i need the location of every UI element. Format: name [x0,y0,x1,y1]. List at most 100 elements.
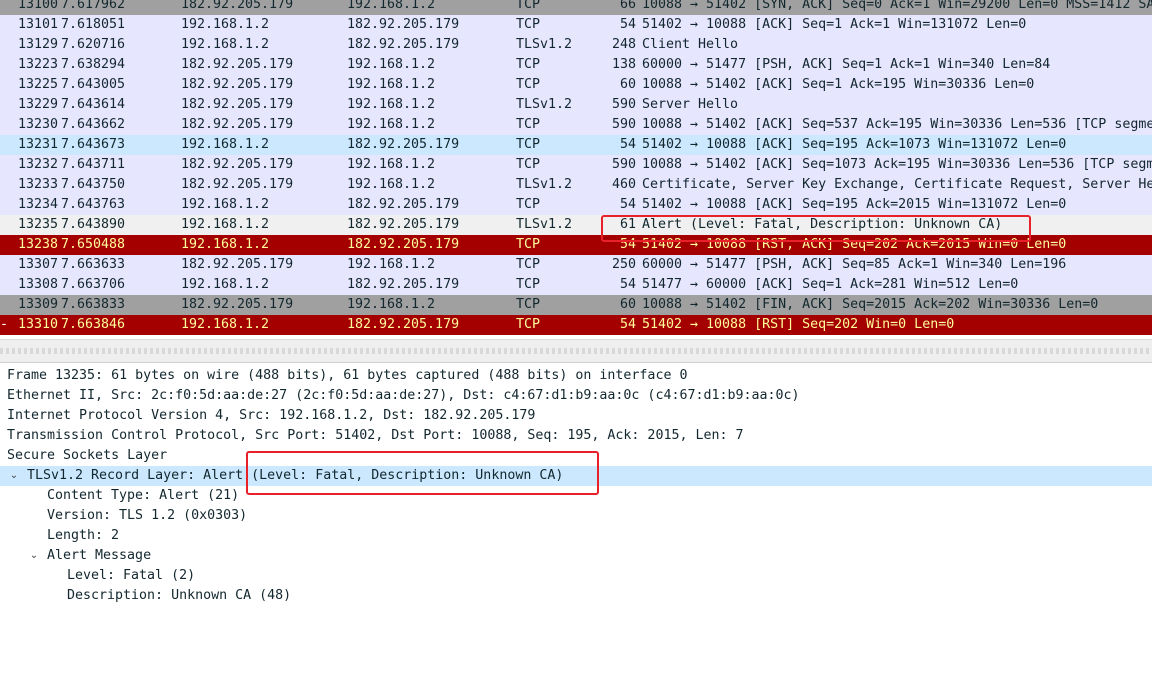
packet-row[interactable]: 13238 7.650488 192.168.1.2 182.92.205.179 TC… [0,235,1152,255]
detail-tree-item[interactable]: Description: Unknown CA (48) [0,586,1152,606]
detail-tree-item[interactable]: Ethernet II, Src: 2c:f0:5d:aa:de:27 (2c:… [0,386,1152,406]
packet-destination: 182.92.205.179 [347,277,460,292]
packet-protocol: TCP [516,317,541,332]
packet-destination: 192.168.1.2 [347,97,436,112]
packet-info: 51402 → 10088 [ACK] Seq=1 Ack=1 Win=1310… [642,17,1027,32]
packet-time: 7.643711 [61,157,126,172]
packet-destination: 192.168.1.2 [347,117,436,132]
packet-length: 460 [611,177,636,192]
splitter-grip[interactable] [0,348,1152,354]
packet-row[interactable]: 13129 7.620716 192.168.1.2 182.92.205.179 TL… [0,35,1152,55]
expand-chevron-icon[interactable]: ⌄ [7,466,21,486]
detail-tree-label: Version: TLS 1.2 (0x0303) [47,508,248,523]
detail-tree-label: Content Type: Alert (21) [47,488,240,503]
packet-source: 182.92.205.179 [181,0,294,12]
packet-protocol: TCP [516,277,541,292]
packet-length: 60 [619,297,636,312]
packet-destination: 182.92.205.179 [347,317,460,332]
packet-row[interactable]: 13234 7.643763 192.168.1.2 182.92.205.179 TC… [0,195,1152,215]
expand-chevron-icon[interactable]: ⌄ [27,546,41,566]
packet-source: 192.168.1.2 [181,197,270,212]
packet-info: 51402 → 10088 [RST, ACK] Seq=202 Ack=201… [642,237,1067,252]
detail-tree-item[interactable]: ⌄ Alert Message [0,546,1152,566]
packet-row[interactable]: 13307 7.663633 182.92.205.179 192.168.1.2 TC… [0,255,1152,275]
packet-source: 182.92.205.179 [181,257,294,272]
packet-destination: 192.168.1.2 [347,57,436,72]
packet-source: 192.168.1.2 [181,277,270,292]
packet-destination: 182.92.205.179 [347,137,460,152]
packet-row[interactable]: 13230 7.643662 182.92.205.179 192.168.1.2 TC… [0,115,1152,135]
packet-source: 182.92.205.179 [181,57,294,72]
packet-time: 7.620716 [61,37,126,52]
packet-source: 192.168.1.2 [181,237,270,252]
packet-length: 54 [619,17,636,32]
packet-protocol: TLSv1.2 [516,177,573,192]
packet-length: 54 [619,197,636,212]
packet-source: 182.92.205.179 [181,117,294,132]
packet-number: 13307 [17,257,58,272]
packet-source: 182.92.205.179 [181,77,294,92]
packet-length: 54 [619,137,636,152]
packet-time: 7.643614 [61,97,126,112]
packet-protocol: TLSv1.2 [516,97,573,112]
packet-row[interactable]: 13235 7.643890 192.168.1.2 182.92.205.179 TL… [0,215,1152,235]
detail-tree-item[interactable]: Length: 2 [0,526,1152,546]
packet-protocol: TCP [516,57,541,72]
detail-tree-item[interactable]: Version: TLS 1.2 (0x0303) [0,506,1152,526]
packet-destination: 192.168.1.2 [347,257,436,272]
packet-info: 10088 → 51402 [ACK] Seq=1073 Ack=195 Win… [642,157,1152,172]
packet-length: 61 [619,217,636,232]
packet-info: 51402 → 10088 [RST] Seq=202 Win=0 Len=0 [642,317,955,332]
packet-time: 7.643890 [61,217,126,232]
packet-row[interactable]: -133107.663846192.168.1.2182.92.205.179T… [0,315,1152,335]
packet-time: 7.663846 [61,317,126,332]
packet-number: 13101 [17,17,58,32]
packet-row[interactable]: 13309 7.663833 182.92.205.179 192.168.1.2 TC… [0,295,1152,315]
packet-number: 13100 [17,0,58,12]
packet-row[interactable]: 13223 7.638294 182.92.205.179 192.168.1.2 TC… [0,55,1152,75]
packet-row[interactable]: 13225 7.643005 182.92.205.179 192.168.1.2 TC… [0,75,1152,95]
detail-tree-item[interactable]: ⌄ TLSv1.2 Record Layer: Alert (Level: Fat… [0,466,1152,486]
packet-time: 7.643005 [61,77,126,92]
packet-number: 13229 [17,97,58,112]
packet-row[interactable]: 13232 7.643711 182.92.205.179 192.168.1.2 TC… [0,155,1152,175]
packet-protocol: TCP [516,197,541,212]
packet-protocol: TCP [516,237,541,252]
packet-protocol: TCP [516,77,541,92]
packet-source: 192.168.1.2 [181,137,270,152]
detail-tree-item[interactable]: Content Type: Alert (21) [0,486,1152,506]
detail-tree-item[interactable]: Transmission Control Protocol, Src Port:… [0,426,1152,446]
packet-row[interactable]: 13308 7.663706 192.168.1.2 182.92.205.179 TC… [0,275,1152,295]
packet-length: 54 [619,237,636,252]
packet-length: 590 [611,117,636,132]
detail-tree-item[interactable]: Secure Sockets Layer [0,446,1152,466]
packet-time: 7.643763 [61,197,126,212]
detail-tree-label: Description: Unknown CA (48) [67,588,292,603]
packet-source: 182.92.205.179 [181,157,294,172]
packet-row[interactable]: 13229 7.643614 182.92.205.179 192.168.1.2 TL… [0,95,1152,115]
detail-tree-item[interactable]: Frame 13235: 61 bytes on wire (488 bits)… [0,366,1152,386]
packet-details-tree[interactable]: Frame 13235: 61 bytes on wire (488 bits)… [0,366,1152,677]
pane-splitter[interactable] [0,339,1152,363]
packet-row[interactable]: 13231 7.643673 192.168.1.2 182.92.205.179 TC… [0,135,1152,155]
packet-source: 182.92.205.179 [181,97,294,112]
packet-destination: 192.168.1.2 [347,297,436,312]
packet-row[interactable]: 13233 7.643750 182.92.205.179 192.168.1.2 TL… [0,175,1152,195]
packet-row[interactable]: 13100 7.617962 182.92.205.179 192.168.1.2 TC… [0,0,1152,15]
packet-info: 51402 → 10088 [ACK] Seq=195 Ack=1073 Win… [642,137,1067,152]
packet-length: 590 [611,97,636,112]
detail-tree-item[interactable]: Internet Protocol Version 4, Src: 192.16… [0,406,1152,426]
packet-destination: 192.168.1.2 [347,177,436,192]
packet-time: 7.638294 [61,57,126,72]
detail-tree-label: Ethernet II, Src: 2c:f0:5d:aa:de:27 (2c:… [7,388,800,403]
detail-tree-item[interactable]: Level: Fatal (2) [0,566,1152,586]
detail-tree-label: Length: 2 [47,528,120,543]
packet-row[interactable]: 13101 7.618051 192.168.1.2 182.92.205.179 TC… [0,15,1152,35]
packet-protocol: TCP [516,0,541,12]
packet-time: 7.617962 [61,0,126,12]
packet-source: 192.168.1.2 [181,217,270,232]
packet-list[interactable]: 13100 7.617962 182.92.205.179 192.168.1.2 TC… [0,0,1152,337]
packet-time: 7.643673 [61,137,126,152]
detail-tree-label: Internet Protocol Version 4, Src: 192.16… [7,408,536,423]
packet-time: 7.663706 [61,277,126,292]
